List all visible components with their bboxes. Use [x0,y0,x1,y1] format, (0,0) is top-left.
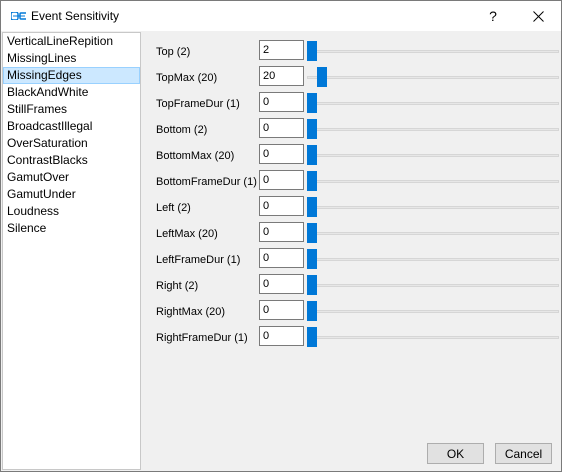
event-type-list-item[interactable]: OverSaturation [3,135,140,152]
parameter-label: TopMax (20) [156,72,218,84]
parameter-row: BottomFrameDur (1) 0 [142,170,561,196]
parameter-slider-thumb[interactable] [307,171,317,191]
parameter-slider-thumb[interactable] [307,327,317,347]
parameter-value-input[interactable]: 0 [259,196,304,216]
parameter-label: BottomFrameDur (1) [156,176,257,188]
parameter-slider-track[interactable] [307,50,559,53]
parameter-value-input[interactable]: 0 [259,274,304,294]
event-type-list-item[interactable]: StillFrames [3,101,140,118]
parameter-slider-track[interactable] [307,232,559,235]
parameter-label: TopFrameDur (1) [156,98,240,110]
parameter-value-input[interactable]: 0 [259,326,304,346]
parameter-slider-track[interactable] [307,284,559,287]
event-type-list-item[interactable]: Loudness [3,203,140,220]
parameter-slider-track[interactable] [307,102,559,105]
event-type-list-item[interactable]: Silence [3,220,140,237]
event-type-list-item[interactable]: BlackAndWhite [3,84,140,101]
parameter-slider-track[interactable] [307,206,559,209]
close-button[interactable] [515,1,561,31]
parameter-slider-track[interactable] [307,76,559,79]
title-bar[interactable]: Event Sensitivity ? [1,1,561,31]
ok-button[interactable]: OK [427,443,484,464]
event-type-list-item[interactable]: MissingEdges [3,67,140,84]
parameter-slider-track[interactable] [307,180,559,183]
event-type-list-item[interactable]: GamutUnder [3,186,140,203]
parameter-label: LeftMax (20) [156,228,218,240]
event-sensitivity-dialog: Event Sensitivity ? VerticalLineRepition… [0,0,562,472]
parameter-label: Top (2) [156,46,191,58]
app-logo-icon [11,12,26,20]
parameter-value-input[interactable]: 0 [259,144,304,164]
parameter-slider-thumb[interactable] [307,223,317,243]
parameter-row: LeftFrameDur (1) 0 [142,248,561,274]
parameter-row: RightFrameDur (1) 0 [142,326,561,352]
parameter-slider-thumb[interactable] [307,93,317,113]
parameter-slider-track[interactable] [307,336,559,339]
parameter-row: LeftMax (20) 0 [142,222,561,248]
parameter-label: RightMax (20) [156,306,226,318]
event-type-list-item[interactable]: MissingLines [3,50,140,67]
event-type-list-item[interactable]: VerticalLineRepition [3,33,140,50]
window-title: Event Sensitivity [31,9,120,23]
cancel-button[interactable]: Cancel [495,443,552,464]
parameter-label: Right (2) [156,280,199,292]
parameter-slider-track[interactable] [307,310,559,313]
parameter-label: LeftFrameDur (1) [156,254,241,266]
parameter-slider-track[interactable] [307,128,559,131]
parameter-label: BottomMax (20) [156,150,235,162]
event-type-list-item[interactable]: GamutOver [3,169,140,186]
parameter-row: Left (2) 0 [142,196,561,222]
parameter-row: RightMax (20) 0 [142,300,561,326]
parameter-label: Bottom (2) [156,124,208,136]
parameter-value-input[interactable]: 2 [259,40,304,60]
parameter-slider-thumb[interactable] [307,145,317,165]
parameter-slider-thumb[interactable] [307,119,317,139]
parameter-slider-thumb[interactable] [316,67,327,87]
parameter-slider-thumb[interactable] [307,249,317,269]
parameter-row: TopMax (20) 20 [142,66,561,92]
parameter-value-input[interactable]: 0 [259,92,304,112]
parameter-row: Bottom (2) 0 [142,118,561,144]
parameter-value-input[interactable]: 0 [259,248,304,268]
help-button[interactable]: ? [471,1,515,31]
parameter-row: BottomMax (20) 0 [142,144,561,170]
parameter-slider-thumb[interactable] [307,197,317,217]
parameter-row: Top (2) 2 [142,40,561,66]
event-type-list-item[interactable]: BroadcastIllegal [3,118,140,135]
parameter-slider-thumb[interactable] [307,275,317,295]
parameter-label: Left (2) [156,202,191,214]
parameter-row: TopFrameDur (1) 0 [142,92,561,118]
parameter-slider-thumb[interactable] [307,41,317,61]
parameter-slider-thumb[interactable] [307,301,317,321]
close-icon [532,10,544,22]
parameter-slider-track[interactable] [307,154,559,157]
parameter-label: RightFrameDur (1) [156,332,248,344]
event-type-list[interactable]: VerticalLineRepition MissingLines MissingE… [2,32,141,470]
parameters-panel: OK Cancel Top (2) 2 TopMax (20) 20 TopFr… [142,32,561,470]
parameter-value-input[interactable]: 0 [259,170,304,190]
parameter-value-input[interactable]: 20 [259,66,304,86]
parameter-value-input[interactable]: 0 [259,300,304,320]
parameter-row: Right (2) 0 [142,274,561,300]
parameter-slider-track[interactable] [307,258,559,261]
event-type-list-item[interactable]: ContrastBlacks [3,152,140,169]
parameter-value-input[interactable]: 0 [259,222,304,242]
help-icon: ? [489,8,497,24]
parameter-value-input[interactable]: 0 [259,118,304,138]
